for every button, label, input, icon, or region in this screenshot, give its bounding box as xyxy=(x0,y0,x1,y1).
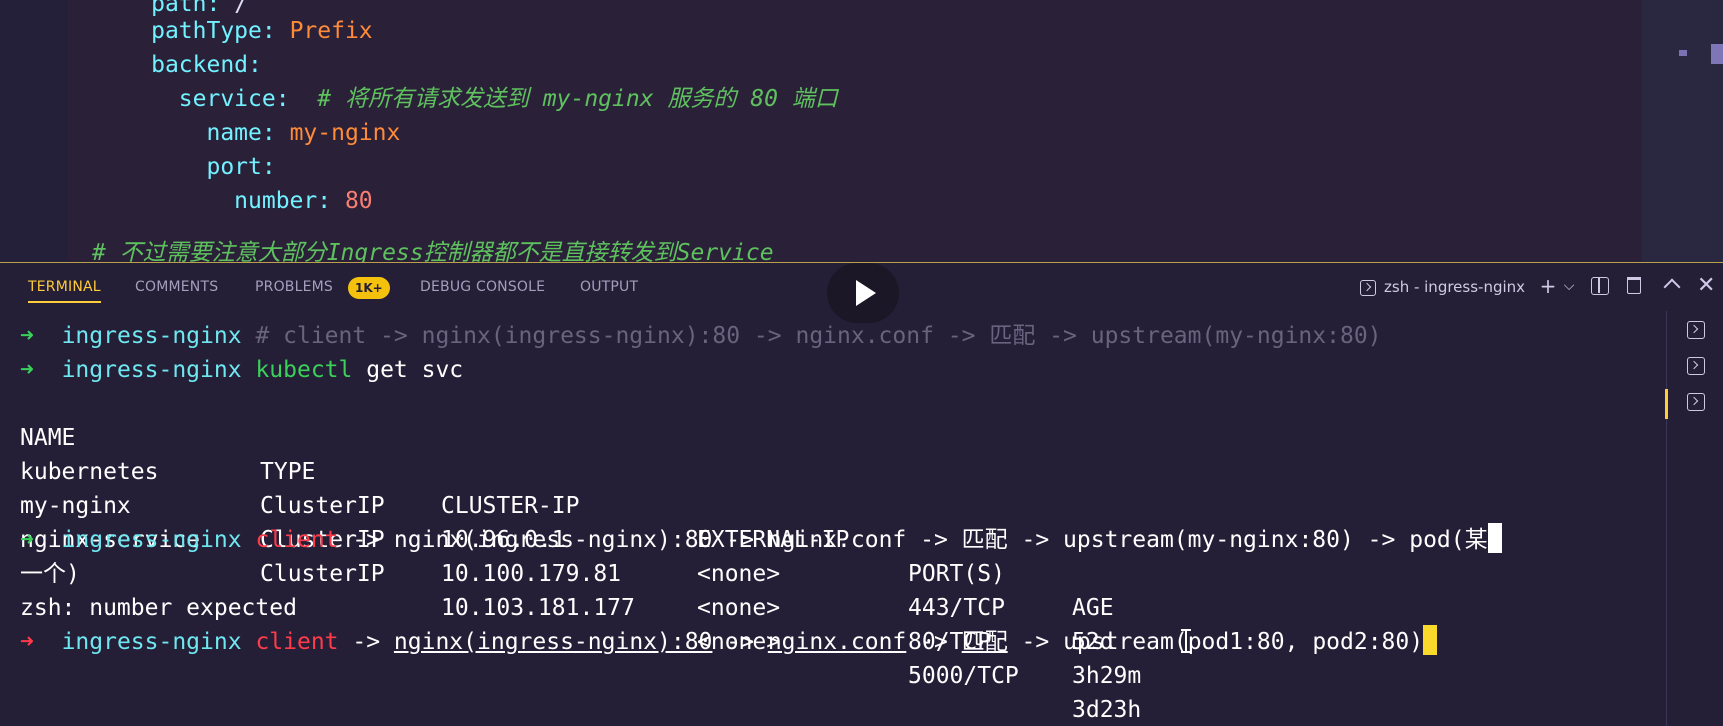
prompt-arrow-icon: ➜ xyxy=(20,629,34,655)
prompt-arrow-icon: ➜ xyxy=(20,527,34,553)
code-line: name: my-nginx xyxy=(206,120,401,146)
terminal-list xyxy=(1665,311,1723,726)
close-panel-icon[interactable]: ✕ xyxy=(1697,273,1719,299)
editor-gutter xyxy=(0,0,68,262)
problems-count-badge: 1K+ xyxy=(348,277,390,299)
terminal-selector[interactable]: zsh - ingress-nginx xyxy=(1360,263,1525,311)
svc-table-row: my-nginx ClusterIP 10.100.179.81 <none> … xyxy=(20,493,1142,689)
svc-table-row: nginx-service ClusterIP 10.103.181.177 <… xyxy=(20,527,1142,723)
terminal-input-line[interactable]: ➜ ingress-nginx client -> nginx(ingress-… xyxy=(20,625,1438,659)
minimap[interactable] xyxy=(1642,0,1723,262)
trash-icon[interactable] xyxy=(1627,277,1641,294)
bottom-panel: TERMINAL COMMENTS PROBLEMS 1K+ DEBUG CON… xyxy=(0,262,1723,726)
prompt-arrow-icon: ➜ xyxy=(20,357,34,383)
terminal-output[interactable]: ➜ ingress-nginx # client -> nginx(ingres… xyxy=(0,317,1665,726)
svc-table-row: kubernetes ClusterIP 10.96.0.1 <none> 44… xyxy=(20,459,1114,655)
code-line: service: # 将所有请求发送到 my-nginx 服务的 80 端口 xyxy=(178,86,838,112)
maximize-panel-icon[interactable] xyxy=(1663,278,1681,296)
tab-debug-console[interactable]: DEBUG CONSOLE xyxy=(420,263,545,311)
tab-problems[interactable]: PROBLEMS xyxy=(255,263,333,311)
terminal-icon xyxy=(1360,279,1376,296)
video-play-button[interactable] xyxy=(827,263,899,323)
terminal-instance-icon[interactable] xyxy=(1687,393,1705,411)
terminal-line: ➜ ingress-nginx # client -> nginx(ingres… xyxy=(20,323,1382,349)
tab-output[interactable]: OUTPUT xyxy=(580,263,638,311)
code-editor[interactable]: path: / pathType: Prefix backend: servic… xyxy=(68,0,1642,262)
split-terminal-icon[interactable] xyxy=(1591,277,1609,295)
selection-cursor xyxy=(1487,523,1502,553)
new-terminal-button[interactable]: + xyxy=(1537,275,1559,297)
editor-area: path: / pathType: Prefix backend: servic… xyxy=(0,0,1723,262)
terminal-cursor xyxy=(1423,625,1438,655)
terminal-title: zsh - ingress-nginx xyxy=(1384,278,1526,296)
code-comment-line: # 不过需要注意大部分Ingress控制器都不是直接转发到Service xyxy=(92,240,774,262)
active-terminal-indicator xyxy=(1665,389,1668,419)
code-line: port: xyxy=(206,154,276,180)
prompt-arrow-icon: ➜ xyxy=(20,323,34,349)
code-line: pathType: Prefix xyxy=(151,18,373,44)
terminal-line: ➜ ingress-nginx kubectl get svc xyxy=(20,357,464,383)
panel-tab-bar: TERMINAL COMMENTS PROBLEMS 1K+ DEBUG CON… xyxy=(0,263,1723,323)
code-line: backend: xyxy=(151,52,262,78)
tab-comments[interactable]: COMMENTS xyxy=(135,263,218,311)
terminal-instance-icon[interactable] xyxy=(1687,357,1705,375)
mouse-ibeam-cursor-icon xyxy=(1181,627,1191,655)
svc-table-header: NAME TYPE CLUSTER-IP EXTERNAL-IP PORT(S)… xyxy=(20,425,1114,621)
terminal-instance-icon[interactable] xyxy=(1687,321,1705,339)
tab-terminal[interactable]: TERMINAL xyxy=(28,263,101,311)
minimap-marker xyxy=(1679,50,1687,56)
terminal-error-line: zsh: number expected xyxy=(20,595,297,621)
terminal-line: 一个) xyxy=(20,561,80,587)
scrollbar-thumb[interactable] xyxy=(1711,44,1723,64)
terminal-dropdown-icon[interactable]: ⌵ xyxy=(1558,275,1580,297)
code-line: number: 80 xyxy=(234,188,373,214)
terminal-line: ➜ ingress-nginx client -> nginx(ingress-… xyxy=(20,523,1502,557)
